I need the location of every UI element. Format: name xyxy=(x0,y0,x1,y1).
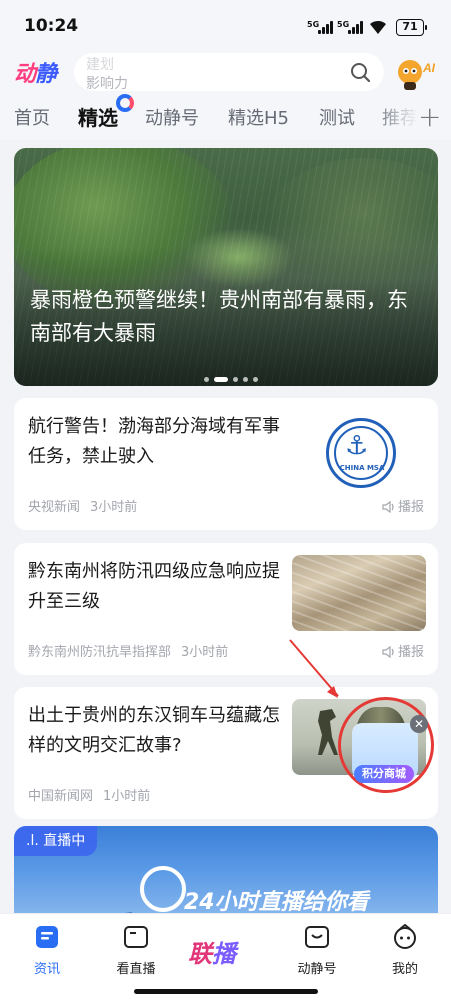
status-bar: 10:24 5G 5G 71 xyxy=(0,0,451,44)
signal-icon xyxy=(348,20,364,34)
hero-banner[interactable]: 暴雨橙色预警继续！贵州南部有暴雨，东南部有大暴雨 xyxy=(14,148,438,386)
hero-title: 暴雨橙色预警继续！贵州南部有暴雨，东南部有大暴雨 xyxy=(30,288,408,345)
news-time: 3小时前 xyxy=(181,645,229,660)
svg-text:AI: AI xyxy=(422,61,436,75)
china-msa-logo: ⚓ CHINA MSA xyxy=(326,418,396,488)
channel-tabs: 首页 精选 动静号 精选H5 测试 推荐 + xyxy=(0,94,451,140)
news-title: 出土于贵州的东汉铜车马蕴藏怎样的文明交汇故事? xyxy=(28,705,280,756)
speaker-icon xyxy=(382,500,394,514)
tab-featured[interactable]: 精选 xyxy=(78,102,118,131)
lianbo-logo[interactable]: 联播 xyxy=(188,934,236,969)
home-indicator[interactable] xyxy=(134,989,318,994)
news-meta: 中国新闻网 1小时前 xyxy=(28,785,150,804)
nav-live[interactable]: 看直播 xyxy=(101,924,171,977)
app-header: 动静 建划 影响力 AI xyxy=(0,44,451,100)
search-input[interactable]: 建划 影响力 xyxy=(74,53,384,92)
live-slogan: 24小时直播给你看 xyxy=(184,890,369,915)
news-source: 央视新闻 xyxy=(28,500,81,515)
chat-icon xyxy=(305,926,329,948)
add-channel-icon[interactable]: + xyxy=(418,100,441,133)
news-title: 黔东南州将防汛四级应急响应提升至三级 xyxy=(28,561,280,612)
tv-icon xyxy=(124,926,148,948)
search-icon[interactable] xyxy=(350,62,370,82)
carousel-indicator xyxy=(204,369,263,382)
search-placeholder-line2: 影响力 xyxy=(86,76,128,92)
nav-news[interactable]: 资讯 xyxy=(12,924,82,977)
ai-assistant-icon[interactable]: AI xyxy=(392,52,440,92)
tab-dongjinghao[interactable]: 动静号 xyxy=(145,104,199,130)
broadcast-button[interactable]: 播报 xyxy=(381,496,424,515)
bottom-nav: 资讯 看直播 联播 动静号 我的 xyxy=(0,914,451,1001)
news-source: 中国新闻网 xyxy=(28,789,94,804)
broadcast-button[interactable]: 播报 xyxy=(381,641,424,660)
news-card[interactable]: 航行警告！渤海部分海域有军事任务，禁止驶入 ⚓ CHINA MSA 央视新闻 3小… xyxy=(14,398,438,530)
app-logo[interactable]: 动静 xyxy=(14,56,57,88)
points-mall-label: 积分商城 xyxy=(354,765,414,783)
nav-dongjinghao[interactable]: 动静号 xyxy=(282,924,352,977)
signal-icon xyxy=(318,20,334,34)
clock-icon xyxy=(140,866,186,912)
news-title: 航行警告！渤海部分海域有军事任务，禁止驶入 xyxy=(28,416,280,467)
anchor-icon: ⚓ xyxy=(345,431,369,461)
battery-indicator: 71 xyxy=(396,19,427,36)
nav-profile[interactable]: 我的 xyxy=(370,924,440,977)
news-source: 黔东南州防汛抗旱指挥部 xyxy=(28,645,172,660)
tab-home[interactable]: 首页 xyxy=(14,104,50,130)
clock: 10:24 xyxy=(24,16,79,36)
news-card[interactable]: 黔东南州将防汛四级应急响应提升至三级 黔东南州防汛抗旱指挥部 3小时前 播报 xyxy=(14,543,438,675)
profile-icon xyxy=(394,924,416,949)
live-badge: .l. 直播中 xyxy=(14,826,98,856)
news-meta: 黔东南州防汛抗旱指挥部 3小时前 xyxy=(28,641,228,660)
wifi-icon xyxy=(370,20,386,34)
speaker-icon xyxy=(382,645,394,659)
news-icon xyxy=(36,926,58,948)
tab-fade xyxy=(372,100,418,136)
close-icon[interactable]: ✕ xyxy=(410,715,428,733)
tab-featured-h5[interactable]: 精选H5 xyxy=(228,104,289,130)
search-placeholder-line1: 建划 xyxy=(86,57,114,73)
tab-test[interactable]: 测试 xyxy=(319,104,355,130)
points-mall-widget[interactable]: 积分商城 ✕ xyxy=(338,697,438,797)
news-meta: 央视新闻 3小时前 xyxy=(28,496,137,515)
news-time: 3小时前 xyxy=(90,500,138,515)
live-banner[interactable]: .l. 直播中 看 24小时直播给你看 xyxy=(14,826,438,926)
news-time: 1小时前 xyxy=(103,789,151,804)
tab-indicator-icon xyxy=(116,94,134,112)
flood-thumbnail xyxy=(292,555,426,631)
